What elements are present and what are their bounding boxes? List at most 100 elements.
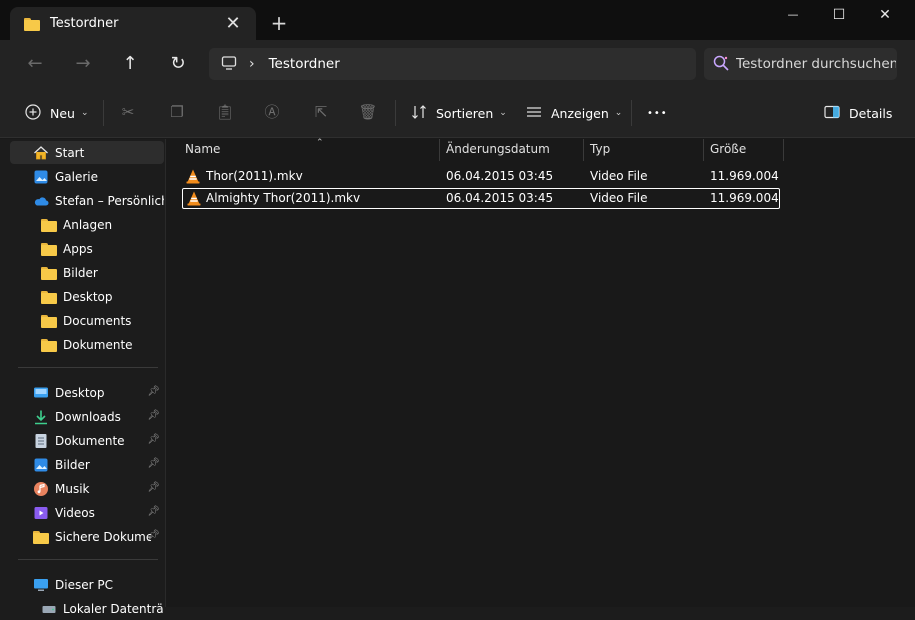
tab-title: Testordner xyxy=(50,16,119,31)
sidebar-item-galerie[interactable]: Galerie xyxy=(10,165,164,188)
toolbar-divider xyxy=(395,100,396,126)
file-type: Video File xyxy=(590,169,648,183)
title-bar: Testordner ✕ + — ☐ ✕ xyxy=(0,0,915,40)
quick-access-downloads[interactable]: Downloads 📌︎ xyxy=(10,405,164,428)
sidebar-item-anlagen[interactable]: Anlagen xyxy=(10,213,164,236)
sidebar-item-dokumente[interactable]: Dokumente xyxy=(10,333,164,356)
chevron-down-icon: ⌄ xyxy=(499,108,507,118)
pin-icon[interactable]: 📌︎ xyxy=(147,530,160,541)
pin-icon[interactable]: 📌︎ xyxy=(147,458,160,469)
chevron-down-icon: ⌄ xyxy=(80,108,89,118)
tab-testordner[interactable]: Testordner ✕ xyxy=(10,7,256,40)
gallery-icon xyxy=(33,169,49,185)
delete-icon[interactable]: 🗑︎ xyxy=(358,102,378,122)
cut-icon[interactable]: ✂ xyxy=(118,102,138,122)
sidebar-item-bilder[interactable]: Bilder xyxy=(10,261,164,284)
folder-icon xyxy=(33,529,49,545)
paste-icon[interactable]: 📋︎ xyxy=(215,102,235,122)
share-icon[interactable]: ⇱ xyxy=(311,102,331,122)
address-bar[interactable]: › Testordner xyxy=(209,48,696,80)
details-pane-icon xyxy=(824,104,840,123)
new-button[interactable]: Neu ⌄ xyxy=(25,101,89,125)
sort-icon xyxy=(411,104,427,123)
sidebar-item-apps[interactable]: Apps xyxy=(10,237,164,260)
quick-access-videos[interactable]: Videos 📌︎ xyxy=(10,501,164,524)
sidebar-item-label: Musik xyxy=(55,481,90,496)
breadcrumb-separator[interactable]: › xyxy=(249,56,255,72)
sidebar-item-label: Downloads xyxy=(55,409,121,424)
pin-icon[interactable]: 📌︎ xyxy=(147,434,160,445)
new-tab-button[interactable]: + xyxy=(268,12,290,34)
search-input[interactable] xyxy=(736,56,896,72)
sidebar-item-onedrive[interactable]: Stefan – Persönlich xyxy=(10,189,164,212)
more-options-button[interactable]: ••• xyxy=(647,101,668,125)
sidebar-item-label: Videos xyxy=(55,505,95,520)
table-row[interactable]: Thor(2011).mkv 06.04.2015 03:45 Video Fi… xyxy=(182,167,780,188)
pin-icon[interactable]: 📌︎ xyxy=(147,410,160,421)
sidebar-item-start[interactable]: Start xyxy=(10,141,164,164)
pin-icon[interactable]: 📌︎ xyxy=(147,386,160,397)
breadcrumb-testordner[interactable]: Testordner xyxy=(269,56,340,72)
videos-icon xyxy=(33,505,49,521)
file-size: 11.969.004 ... xyxy=(710,169,780,183)
sort-button[interactable]: Sortieren ⌄ xyxy=(411,101,507,125)
sidebar-item-label: Desktop xyxy=(55,385,105,400)
sidebar-item-lokaler-datentraeger[interactable]: Lokaler Datenträger xyxy=(10,597,164,620)
file-list-pane: ⌃ Name Änderungsdatum Typ Größe Thor(201… xyxy=(167,138,915,607)
sidebar-item-documents[interactable]: Documents xyxy=(10,309,164,332)
view-list-icon xyxy=(526,104,542,123)
quick-access-desktop[interactable]: Desktop 📌︎ xyxy=(10,381,164,404)
cloud-icon xyxy=(33,193,49,209)
quick-access-bilder[interactable]: Bilder 📌︎ xyxy=(10,453,164,476)
column-header-date[interactable]: Änderungsdatum xyxy=(440,139,584,161)
new-label: Neu xyxy=(50,105,75,121)
sidebar-divider xyxy=(18,559,158,560)
folder-icon xyxy=(41,289,57,305)
details-pane-button[interactable]: Details xyxy=(824,101,892,125)
quick-access-musik[interactable]: Musik 📌︎ xyxy=(10,477,164,500)
copy-icon[interactable]: ❐ xyxy=(167,102,187,122)
quick-access-sichere-dokumente[interactable]: Sichere Dokumente 📌︎ xyxy=(10,525,164,548)
quick-access-dokumente[interactable]: Dokumente 📌︎ xyxy=(10,429,164,452)
forward-button[interactable]: → xyxy=(71,52,95,76)
sidebar-item-label: Apps xyxy=(63,241,93,256)
view-label: Anzeigen xyxy=(551,105,609,121)
folder-icon xyxy=(24,16,40,31)
pin-icon[interactable]: 📌︎ xyxy=(147,506,160,517)
document-icon xyxy=(33,433,49,449)
column-header-name[interactable]: ⌃ Name xyxy=(179,138,440,161)
folder-icon xyxy=(41,265,57,281)
sidebar-item-dieser-pc[interactable]: Dieser PC xyxy=(10,573,164,596)
column-label-date: Änderungsdatum xyxy=(446,142,550,156)
back-button[interactable]: ← xyxy=(23,52,47,76)
sidebar-item-label: Desktop xyxy=(63,289,113,304)
sidebar-item-label: Dokumente xyxy=(55,433,125,448)
view-button[interactable]: Anzeigen ⌄ xyxy=(526,101,622,125)
drive-icon xyxy=(41,601,57,617)
maximize-button[interactable]: ☐ xyxy=(816,0,862,32)
pin-icon[interactable]: 📌︎ xyxy=(147,482,160,493)
refresh-button[interactable]: ↻ xyxy=(166,52,190,76)
vlc-file-icon xyxy=(187,191,201,206)
folder-icon xyxy=(41,217,57,233)
table-row-selected[interactable]: Almighty Thor(2011).mkv 06.04.2015 03:45… xyxy=(182,188,780,209)
close-window-button[interactable]: ✕ xyxy=(862,0,908,32)
search-box[interactable] xyxy=(704,48,897,80)
close-tab-icon[interactable]: ✕ xyxy=(222,13,244,35)
minimize-button[interactable]: — xyxy=(770,0,816,32)
sidebar-item-desktop[interactable]: Desktop xyxy=(10,285,164,308)
sidebar-item-label: Bilder xyxy=(63,265,98,280)
music-icon xyxy=(33,481,49,497)
search-icon xyxy=(712,54,730,75)
column-header-size[interactable]: Größe xyxy=(704,139,784,161)
folder-icon xyxy=(41,241,57,257)
sidebar-item-label: Anlagen xyxy=(63,217,113,232)
column-header-type[interactable]: Typ xyxy=(584,139,704,161)
up-button[interactable]: ↑ xyxy=(118,52,142,76)
sidebar-item-label: Dieser PC xyxy=(55,577,113,592)
rename-icon[interactable]: Ⓐ xyxy=(262,102,282,122)
plus-circle-icon xyxy=(25,103,41,123)
navigation-pane: Start Galerie Stefan – Persönlich Anlage… xyxy=(0,139,166,616)
file-type: Video File xyxy=(590,191,648,205)
vlc-file-icon xyxy=(186,169,200,184)
